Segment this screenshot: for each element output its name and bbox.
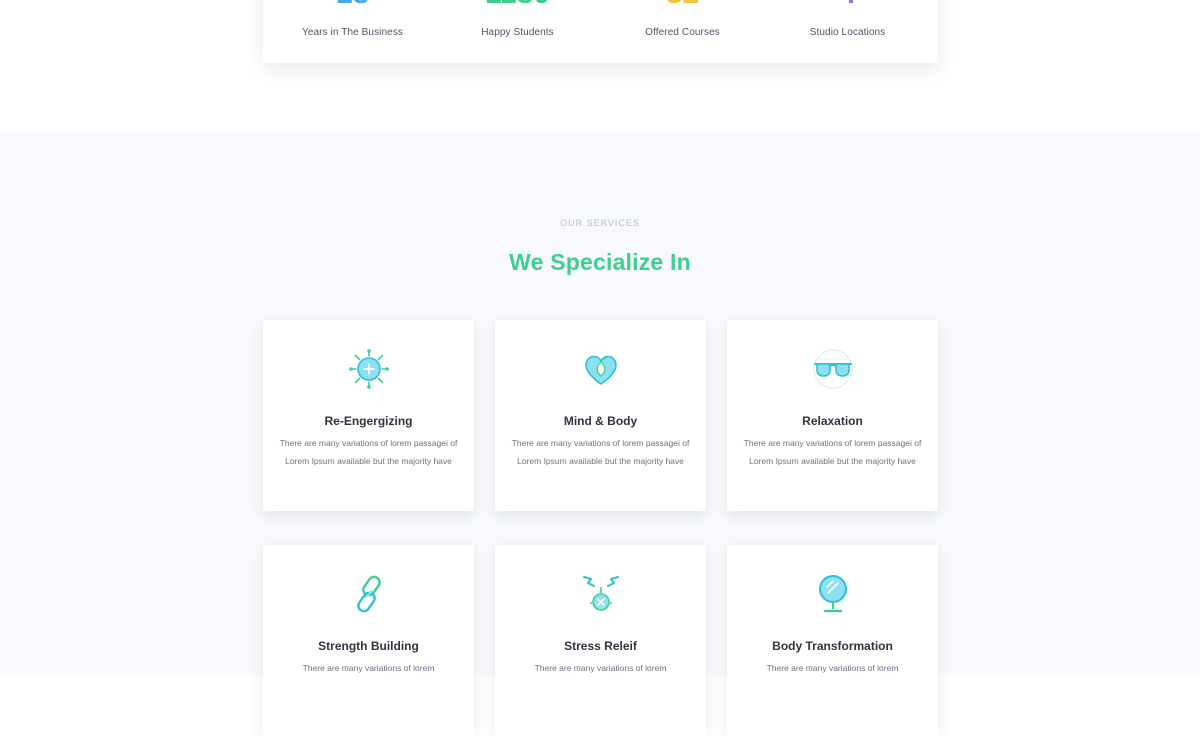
- heart-leaf-icon: [585, 355, 617, 385]
- service-card-stress[interactable]: Stress Releif There are many variations …: [495, 545, 706, 736]
- stat-value: 1180: [435, 0, 600, 12]
- card-title: Strength Building: [318, 639, 419, 653]
- stat-label: Happy Students: [481, 27, 554, 38]
- card-title: Body Transformation: [772, 639, 893, 653]
- card-title: Mind & Body: [563, 414, 638, 428]
- card-title: Re-Engergizing: [324, 414, 413, 428]
- service-card-transformation[interactable]: Body Transformation There are many varia…: [727, 545, 938, 736]
- stat-value: 32: [600, 0, 765, 12]
- service-card-strength[interactable]: Strength Building There are many variati…: [263, 545, 474, 736]
- chain-link-icon: [357, 575, 381, 613]
- stats-card: 18 Years in The Business 1180 Happy Stud…: [263, 0, 938, 63]
- card-description: There are many variations of lorem passa…: [279, 438, 458, 466]
- stat-label: Studio Locations: [809, 27, 886, 38]
- sunglasses-icon: [813, 349, 853, 389]
- mirror-icon: [819, 575, 847, 613]
- section-eyebrow: OUR SERVICES: [560, 218, 640, 228]
- card-title: Stress Releif: [564, 639, 637, 653]
- card-title: Relaxation: [802, 414, 863, 428]
- stat-label: Offered Courses: [645, 27, 720, 38]
- stat-label: Years in The Business: [301, 27, 404, 38]
- card-description: There are many variations of lorem passa…: [511, 438, 690, 466]
- energy-burst-icon: [349, 349, 389, 389]
- service-card-mind-body[interactable]: Mind & Body There are many variations of…: [495, 320, 706, 511]
- card-description: There are many variations of lorem passa…: [743, 438, 922, 466]
- section-heading: We Specialize In: [509, 249, 691, 275]
- service-card-relaxation[interactable]: Relaxation There are many variations of …: [727, 320, 938, 511]
- lightning-medal-icon: [583, 576, 619, 611]
- services-section: OUR SERVICES We Specialize In Re-Engergi…: [0, 131, 1200, 736]
- stat-value: 18: [270, 0, 435, 12]
- stat-value: 4: [765, 0, 930, 12]
- service-card-reenergizing[interactable]: Re-Engergizing There are many variations…: [263, 320, 474, 511]
